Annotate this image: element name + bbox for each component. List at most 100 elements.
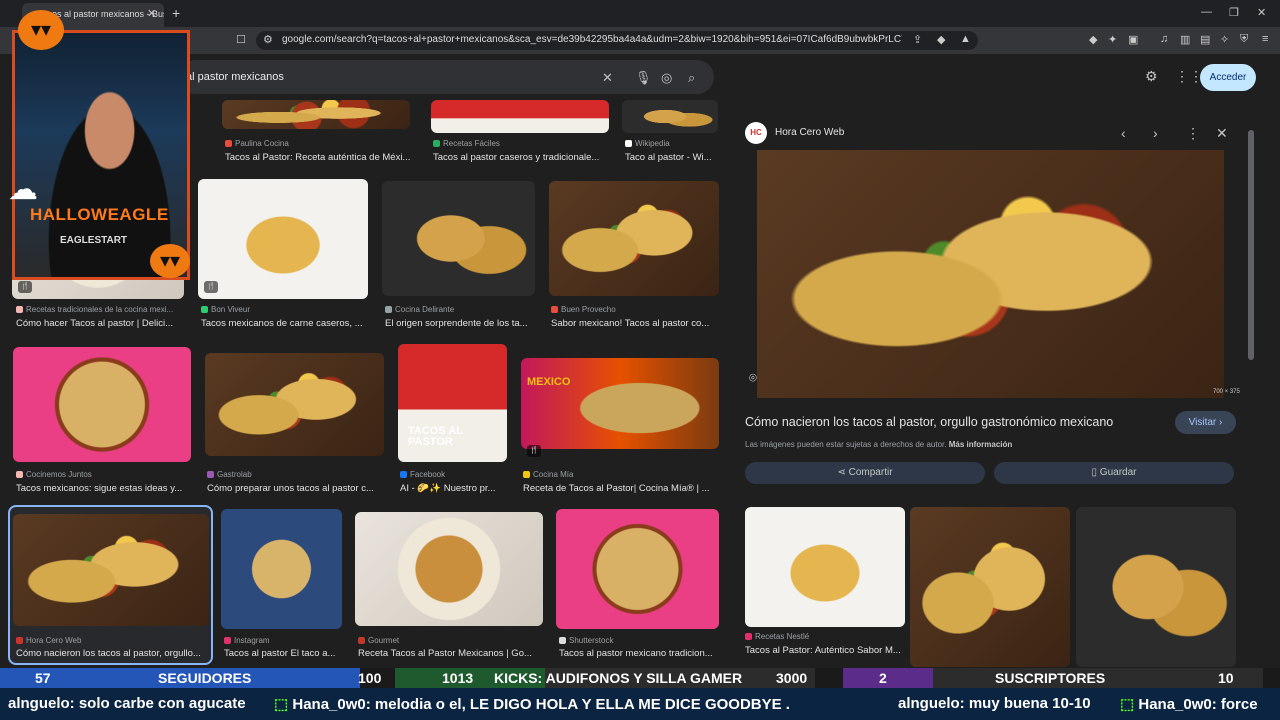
minimize-icon[interactable]: — — [1201, 6, 1212, 18]
sidepanel-icon[interactable]: ▥ — [1180, 33, 1190, 46]
result-caption[interactable]: Cómo nacieron los tacos al pastor, orgul… — [16, 648, 208, 659]
next-image-icon[interactable]: › — [1153, 125, 1158, 141]
recipe-badge-icon: 🍴 — [527, 445, 541, 457]
search-icon[interactable]: ⌕ — [688, 70, 695, 86]
result-caption[interactable]: Cómo hacer Tacos al pastor | Delici... — [16, 318, 186, 329]
lens-icon[interactable]: ⌾ — [749, 370, 757, 386]
result-image[interactable] — [205, 353, 384, 456]
menu-icon[interactable]: ≡ — [1262, 33, 1268, 45]
result-source: Cocinemos Juntos — [16, 470, 192, 479]
preview-title[interactable]: Cómo nacieron los tacos al pastor, orgul… — [745, 415, 1113, 429]
wallet-icon[interactable]: ▤ — [1200, 33, 1210, 46]
related-image[interactable] — [745, 507, 905, 627]
result-caption[interactable]: Tacos mexicanos de carne caseros, ... — [201, 318, 369, 329]
chat-user: Hana_0w0 — [1138, 696, 1212, 713]
chat-message: alnguelo: muy buena 10-10 — [898, 695, 1091, 712]
result-source: Cocina Delirante — [385, 305, 537, 314]
subs-goal: 10 — [1218, 670, 1234, 686]
result-caption[interactable]: Receta de Tacos al Pastor| Cocina Mía® |… — [523, 483, 719, 494]
result-image[interactable] — [431, 100, 609, 133]
close-panel-icon[interactable]: ✕ — [1216, 125, 1228, 142]
url-text[interactable]: google.com/search?q=tacos+al+pastor+mexi… — [282, 34, 902, 45]
site-logo: HC — [745, 122, 767, 144]
maximize-icon[interactable]: ❐ — [1229, 6, 1239, 19]
chat-user: Hana_0w0 — [292, 696, 366, 713]
panel-site-name[interactable]: Hora Cero Web — [775, 127, 844, 138]
panel-scrollbar[interactable] — [1248, 130, 1254, 360]
result-caption[interactable]: AI - 🌮✨ Nuestro pr... — [400, 483, 508, 494]
result-source: Facebook — [400, 470, 508, 479]
kicks-label: KICKS: AUDIFONOS Y SILLA GAMER — [494, 670, 743, 686]
new-tab-icon[interactable]: + — [172, 5, 180, 21]
settings-gear-icon[interactable]: ⚙ — [1145, 68, 1158, 85]
result-caption[interactable]: Tacos al pastor mexicano tradicion... — [559, 648, 719, 659]
related-caption[interactable]: Tacos al Pastor: Auténtico Sabor M... — [745, 645, 905, 656]
result-caption[interactable]: Tacos al pastor caseros y tradicionale..… — [433, 152, 611, 163]
result-image[interactable] — [556, 509, 719, 629]
site-info-icon[interactable]: ⚙ — [263, 33, 273, 46]
share-icon: ⋖ — [837, 467, 846, 478]
ai-icon[interactable]: ✧ — [1220, 33, 1229, 46]
result-image[interactable] — [355, 512, 543, 626]
result-caption[interactable]: Tacos al pastor El taco a... — [224, 648, 344, 659]
result-caption[interactable]: El origen sorprendente de los ta... — [385, 318, 537, 329]
pumpkin-icon: ▾▾ — [150, 244, 190, 278]
result-image[interactable] — [382, 181, 535, 296]
vpn-icon[interactable]: ⛨ — [1240, 33, 1248, 46]
result-caption[interactable]: Tacos mexicanos: sigue estas ideas y... — [16, 483, 192, 494]
voice-search-icon[interactable]: 🎙 — [635, 70, 652, 86]
chat-user: alnguelo — [8, 695, 70, 712]
extension-screen-icon[interactable]: ▣ — [1128, 33, 1138, 46]
more-info-link[interactable]: Más información — [949, 440, 1013, 449]
overlay-brand: HALLOWEAGLE — [30, 205, 169, 224]
bookmark-icon[interactable]: ☐ — [236, 33, 246, 46]
result-image[interactable] — [549, 181, 719, 296]
result-caption[interactable]: Receta Tacos al Pastor Mexicanos | Go... — [358, 648, 544, 659]
save-button[interactable]: ▯ Guardar — [994, 462, 1234, 484]
result-source: Recetas Fáciles — [433, 139, 613, 148]
kicks-count: 1013 — [442, 670, 474, 686]
result-caption[interactable]: Sabor mexicano! Tacos al pastor co... — [551, 318, 719, 329]
result-source: Paulina Cocina — [225, 139, 405, 148]
recipe-badge-icon: 🍴 — [204, 281, 218, 293]
chat-message: ⬚ Hana_0w0: melodia o el, LE DIGO HOLA Y… — [274, 696, 790, 713]
result-caption[interactable]: Taco al pastor - Wi... — [625, 152, 720, 163]
prev-image-icon[interactable]: ‹ — [1121, 125, 1126, 141]
result-image[interactable]: TACOS AL PASTOR — [398, 344, 507, 462]
search-query[interactable]: al pastor mexicanos — [186, 71, 284, 83]
media-icon[interactable]: ♫ — [1160, 33, 1168, 45]
extension-puzzle-icon[interactable]: ✦ — [1108, 33, 1117, 46]
result-source: Recetas tradicionales de la cocina mexi.… — [16, 305, 184, 314]
lens-search-icon[interactable]: ◎ — [661, 70, 672, 86]
extension-alert-icon[interactable]: ▲ — [960, 33, 971, 45]
result-image[interactable] — [13, 514, 209, 626]
result-source: Hora Cero Web — [16, 636, 206, 645]
related-image[interactable] — [1076, 507, 1236, 667]
subs-count: 2 — [879, 670, 887, 686]
kick-icon: ⬚ — [1120, 696, 1135, 713]
more-options-icon[interactable]: ⋮ — [1186, 125, 1200, 142]
tab-close-icon[interactable]: ✕ — [147, 7, 156, 20]
result-image[interactable] — [198, 179, 368, 299]
clear-search-icon[interactable]: ✕ — [602, 70, 613, 86]
recipe-badge-icon: 🍴 — [18, 281, 32, 293]
window-close-icon[interactable]: ✕ — [1257, 6, 1266, 19]
share-button[interactable]: ⋖ Compartir — [745, 462, 985, 484]
result-caption[interactable]: Cómo preparar unos tacos al pastor c... — [207, 483, 383, 494]
result-image[interactable]: MEXICO — [521, 358, 719, 449]
result-image[interactable] — [622, 100, 718, 133]
preview-image[interactable] — [757, 150, 1224, 398]
extension-brave-icon[interactable]: ◆ — [937, 33, 945, 46]
share-page-icon[interactable]: ⇪ — [913, 33, 922, 46]
result-image[interactable] — [222, 100, 410, 129]
signin-button[interactable]: Acceder — [1200, 64, 1256, 91]
related-image[interactable] — [910, 507, 1070, 667]
apps-grid-icon[interactable]: ⋮⋮ — [1175, 68, 1203, 85]
result-image[interactable] — [221, 509, 342, 629]
result-image[interactable] — [13, 347, 191, 462]
result-source: Gastrolab — [207, 470, 383, 479]
browser-tab-bar — [0, 0, 1280, 27]
visit-button[interactable]: Visitar › — [1175, 411, 1236, 434]
result-caption[interactable]: Tacos al Pastor: Receta auténtica de Méx… — [225, 152, 415, 163]
extension-diamond-icon[interactable]: ◆ — [1089, 33, 1097, 46]
